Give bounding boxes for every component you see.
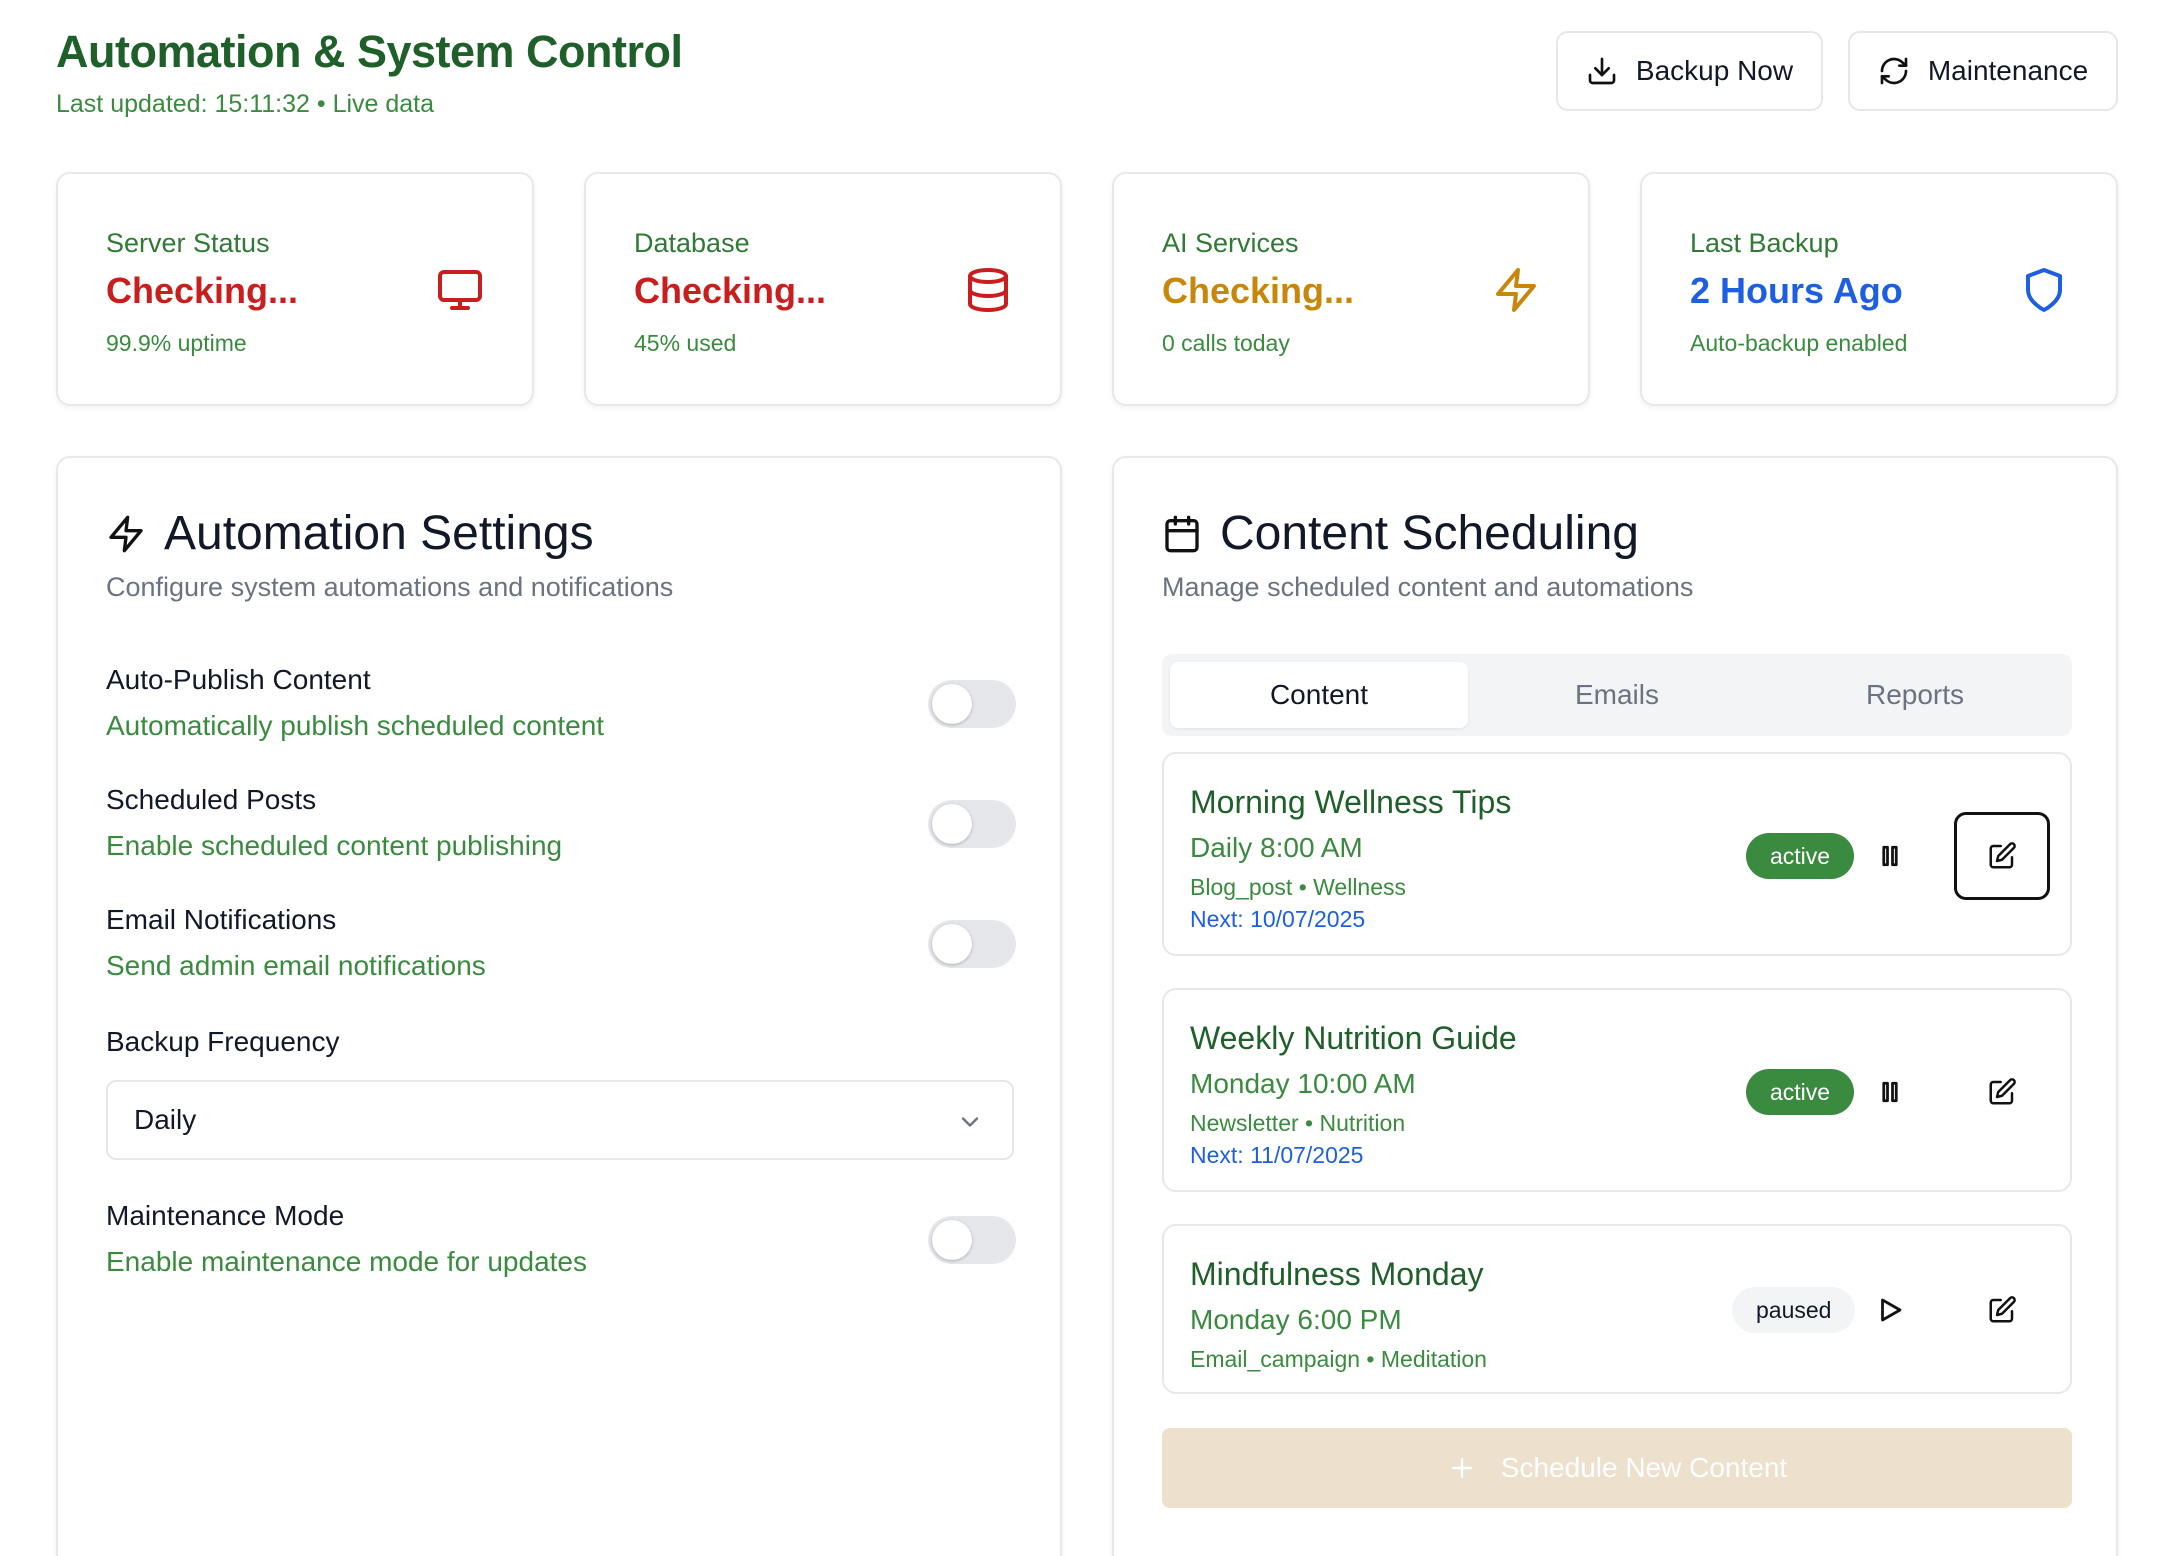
- page-title: Automation & System Control: [56, 26, 683, 77]
- stat-label: Database: [634, 228, 750, 258]
- backup-frequency-value: Daily: [134, 1104, 197, 1135]
- panel-description: Manage scheduled content and automations: [1162, 572, 1694, 602]
- status-badge: paused: [1732, 1287, 1856, 1333]
- stat-value: Checking...: [106, 270, 299, 311]
- chevron-down-icon: [961, 1117, 979, 1127]
- maintenance-button[interactable]: Maintenance: [1848, 31, 2118, 111]
- setting-title: Scheduled Posts: [106, 784, 317, 815]
- stat-value: Checking...: [1162, 270, 1355, 311]
- panel-description: Configure system automations and notific…: [106, 572, 674, 602]
- stat-sub: Auto-backup enabled: [1690, 330, 1908, 356]
- automation-settings-panel: Automation Settings Configure system aut…: [56, 456, 1062, 1556]
- last-backup-card: Last Backup 2 Hours Ago Auto-backup enab…: [1640, 172, 2118, 406]
- setting-title: Email Notifications: [106, 904, 337, 935]
- pause-button[interactable]: [1870, 836, 1910, 876]
- edit-button[interactable]: [1982, 1290, 2022, 1330]
- calendar-icon: [1165, 515, 1199, 552]
- schedule-item: Weekly Nutrition Guide Monday 10:00 AM N…: [1162, 988, 2072, 1192]
- stat-sub: 45% used: [634, 330, 737, 356]
- setting-title: Maintenance Mode: [106, 1200, 345, 1231]
- email-notifications-toggle[interactable]: [928, 920, 1016, 968]
- setting-description: Enable maintenance mode for updates: [106, 1246, 587, 1277]
- item-title: Mindfulness Monday: [1190, 1256, 1484, 1292]
- database-icon: [968, 268, 1008, 312]
- stat-sub: 0 calls today: [1162, 330, 1290, 356]
- content-scheduling-panel: Content Scheduling Manage scheduled cont…: [1112, 456, 2118, 1556]
- play-icon: [1881, 1298, 1902, 1322]
- schedule-new-content-button[interactable]: Schedule New Content: [1162, 1428, 2072, 1508]
- backup-frequency-label: Backup Frequency: [106, 1026, 340, 1057]
- database-card: Database Checking... 45% used: [584, 172, 1062, 406]
- last-updated: Last updated: 15:11:32 • Live data: [56, 90, 435, 118]
- backup-now-label: Backup Now: [1635, 55, 1794, 86]
- tab-emails[interactable]: Emails: [1468, 662, 1766, 728]
- stat-sub: 99.9% uptime: [106, 330, 247, 356]
- stat-label: Server Status: [106, 228, 270, 258]
- status-badge: active: [1746, 833, 1855, 879]
- page: Automation & System Control Last updated…: [0, 0, 2168, 1556]
- item-meta: Email_campaign • Meditation: [1190, 1346, 1487, 1372]
- refresh-icon: [1880, 57, 1908, 85]
- backup-frequency-select[interactable]: Daily: [106, 1080, 1014, 1160]
- item-next-run: Next: 11/07/2025: [1190, 1142, 1364, 1168]
- stat-value: 2 Hours Ago: [1690, 270, 1903, 311]
- schedule-new-content-label: Schedule New Content: [1500, 1452, 1788, 1483]
- play-button[interactable]: [1870, 1290, 1910, 1330]
- edit-button[interactable]: [1954, 812, 2050, 900]
- lightning-icon: [109, 515, 143, 552]
- item-next-run: Next: 10/07/2025: [1190, 906, 1366, 932]
- setting-maintenance-mode: Maintenance Mode Enable maintenance mode…: [106, 1200, 1016, 1278]
- item-title: Weekly Nutrition Guide: [1190, 1020, 1517, 1056]
- monitor-icon: [438, 270, 482, 310]
- maintenance-label: Maintenance: [1927, 55, 2089, 86]
- shield-icon: [2026, 268, 2062, 312]
- panel-title: Content Scheduling: [1162, 506, 1639, 561]
- maintenance-mode-toggle[interactable]: [928, 1216, 1016, 1264]
- lightning-icon: [1496, 268, 1536, 312]
- stat-label: Last Backup: [1690, 228, 1839, 258]
- setting-description: Enable scheduled content publishing: [106, 830, 563, 861]
- schedule-item: Mindfulness Monday Monday 6:00 PM Email_…: [1162, 1224, 2072, 1394]
- pause-button[interactable]: [1870, 1072, 1910, 1112]
- stat-label: AI Services: [1162, 228, 1299, 258]
- setting-scheduled-posts: Scheduled Posts Enable scheduled content…: [106, 784, 1016, 862]
- setting-auto-publish: Auto-Publish Content Automatically publi…: [106, 664, 1016, 742]
- plus-icon: [1451, 1458, 1472, 1478]
- item-schedule: Daily 8:00 AM: [1190, 832, 1363, 863]
- item-schedule: Monday 10:00 AM: [1190, 1068, 1416, 1099]
- pause-icon: [1882, 845, 1898, 867]
- setting-description: Send admin email notifications: [106, 950, 486, 981]
- tab-content[interactable]: Content: [1170, 662, 1468, 728]
- scheduled-posts-toggle[interactable]: [928, 800, 1016, 848]
- panel-title: Automation Settings: [106, 506, 594, 561]
- download-icon: [1588, 57, 1616, 85]
- setting-title: Auto-Publish Content: [106, 664, 371, 695]
- backup-now-button[interactable]: Backup Now: [1556, 31, 1823, 111]
- status-badge: active: [1746, 1069, 1855, 1115]
- scheduling-title: Content Scheduling: [1220, 507, 1639, 560]
- pause-icon: [1882, 1081, 1898, 1103]
- auto-publish-toggle[interactable]: [928, 680, 1016, 728]
- stat-value: Checking...: [634, 270, 827, 311]
- setting-email-notifications: Email Notifications Send admin email not…: [106, 904, 1016, 982]
- tab-reports[interactable]: Reports: [1766, 662, 2064, 728]
- item-meta: Blog_post • Wellness: [1190, 874, 1407, 900]
- schedule-item: Morning Wellness Tips Daily 8:00 AM Blog…: [1162, 752, 2072, 956]
- ai-services-card: AI Services Checking... 0 calls today: [1112, 172, 1590, 406]
- item-meta: Newsletter • Nutrition: [1190, 1110, 1406, 1136]
- edit-icon: [1989, 1078, 2016, 1105]
- edit-icon: [1989, 1296, 2016, 1323]
- edit-icon: [1989, 842, 2016, 869]
- item-schedule: Monday 6:00 PM: [1190, 1304, 1402, 1335]
- item-title: Morning Wellness Tips: [1190, 784, 1512, 820]
- automation-title: Automation Settings: [164, 507, 594, 560]
- server-status-card: Server Status Checking... 99.9% uptime: [56, 172, 534, 406]
- edit-button[interactable]: [1982, 1072, 2022, 1112]
- setting-description: Automatically publish scheduled content: [106, 710, 605, 741]
- scheduling-tabs: Content Emails Reports: [1162, 654, 2072, 736]
